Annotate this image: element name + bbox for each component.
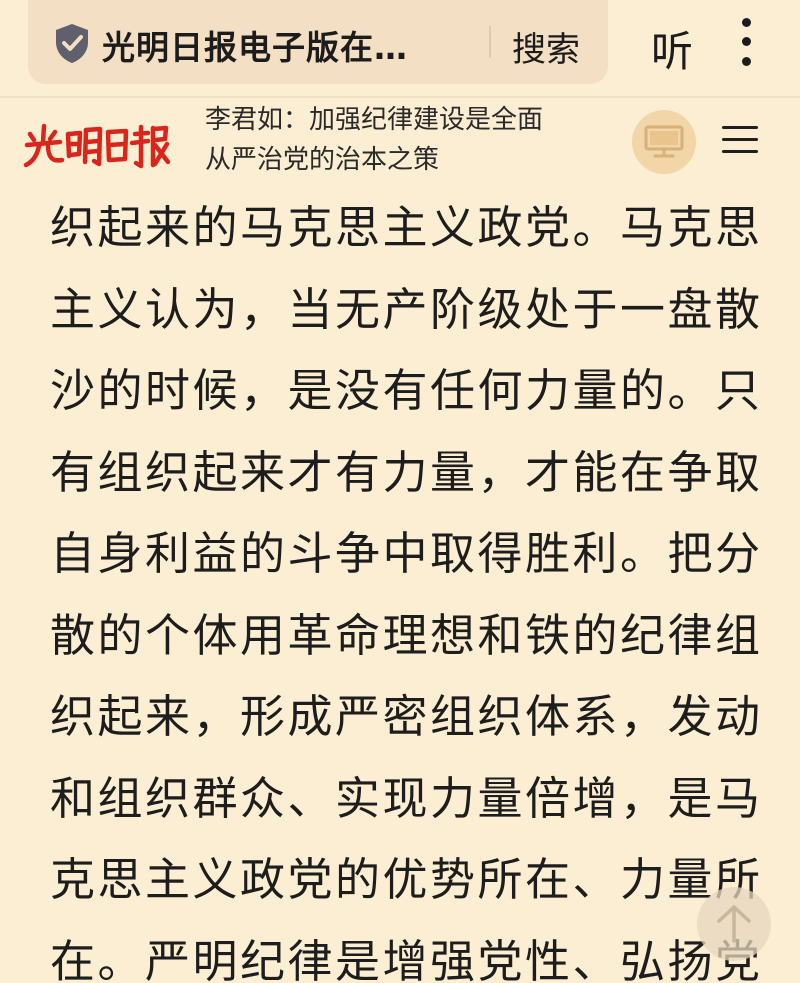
article-line: 散的个体用革命理想和铁的纪律组 (50, 608, 763, 662)
headline-line: 从严治党的治本之策 (205, 145, 440, 175)
monitor-icon (644, 125, 684, 158)
article-line: 织起来的马克思主义政党。马克思 (50, 201, 763, 254)
browser-page: 光明日报电子版在… 搜索 听 李君如：加强纪律建设是全面 从严治党的治本之策 织… (0, 0, 800, 983)
hamburger-menu-icon[interactable] (722, 122, 758, 158)
address-title[interactable]: 光明日报电子版在… (102, 21, 472, 69)
arrow-up-icon (717, 905, 751, 943)
article-body: 织起来的马克思主义政党。马克思 主义认为，当无产阶级处于一盘散 沙的时候，是没有… (50, 187, 760, 983)
toolbar-divider (0, 96, 800, 98)
article-line: 在。严明纪律是增强党性、弘扬党 (50, 934, 763, 983)
article-line: 自身利益的斗争中取得胜利。把分 (50, 527, 763, 580)
address-divider (489, 26, 491, 58)
article-headline: 李君如：加强纪律建设是全面 从严治党的治本之策 (205, 100, 605, 180)
more-vertical-icon[interactable] (736, 16, 758, 68)
site-logo[interactable] (22, 112, 172, 172)
search-button[interactable]: 搜索 (512, 22, 580, 71)
article-line: 克思主义政党的优势所在、力量所 (50, 853, 763, 906)
article-line: 有组织起来才有力量，才能在争取 (50, 445, 763, 499)
desktop-mode-button[interactable] (632, 110, 696, 174)
article-line: 主义认为，当无产阶级处于一盘散 (50, 282, 763, 336)
listen-button[interactable]: 听 (651, 18, 693, 79)
article-line: 织起来，形成严密组织体系，发动 (50, 690, 763, 743)
article-line: 沙的时候，是没有任何力量的。只 (50, 364, 763, 417)
browser-toolbar: 光明日报电子版在… 搜索 听 (0, 0, 800, 96)
headline-line: 李君如：加强纪律建设是全面 (205, 105, 544, 135)
article-line: 和组织群众、实现力量倍增，是马 (50, 771, 763, 825)
scroll-to-top-button[interactable] (697, 887, 771, 961)
shield-check-icon[interactable] (52, 22, 92, 64)
